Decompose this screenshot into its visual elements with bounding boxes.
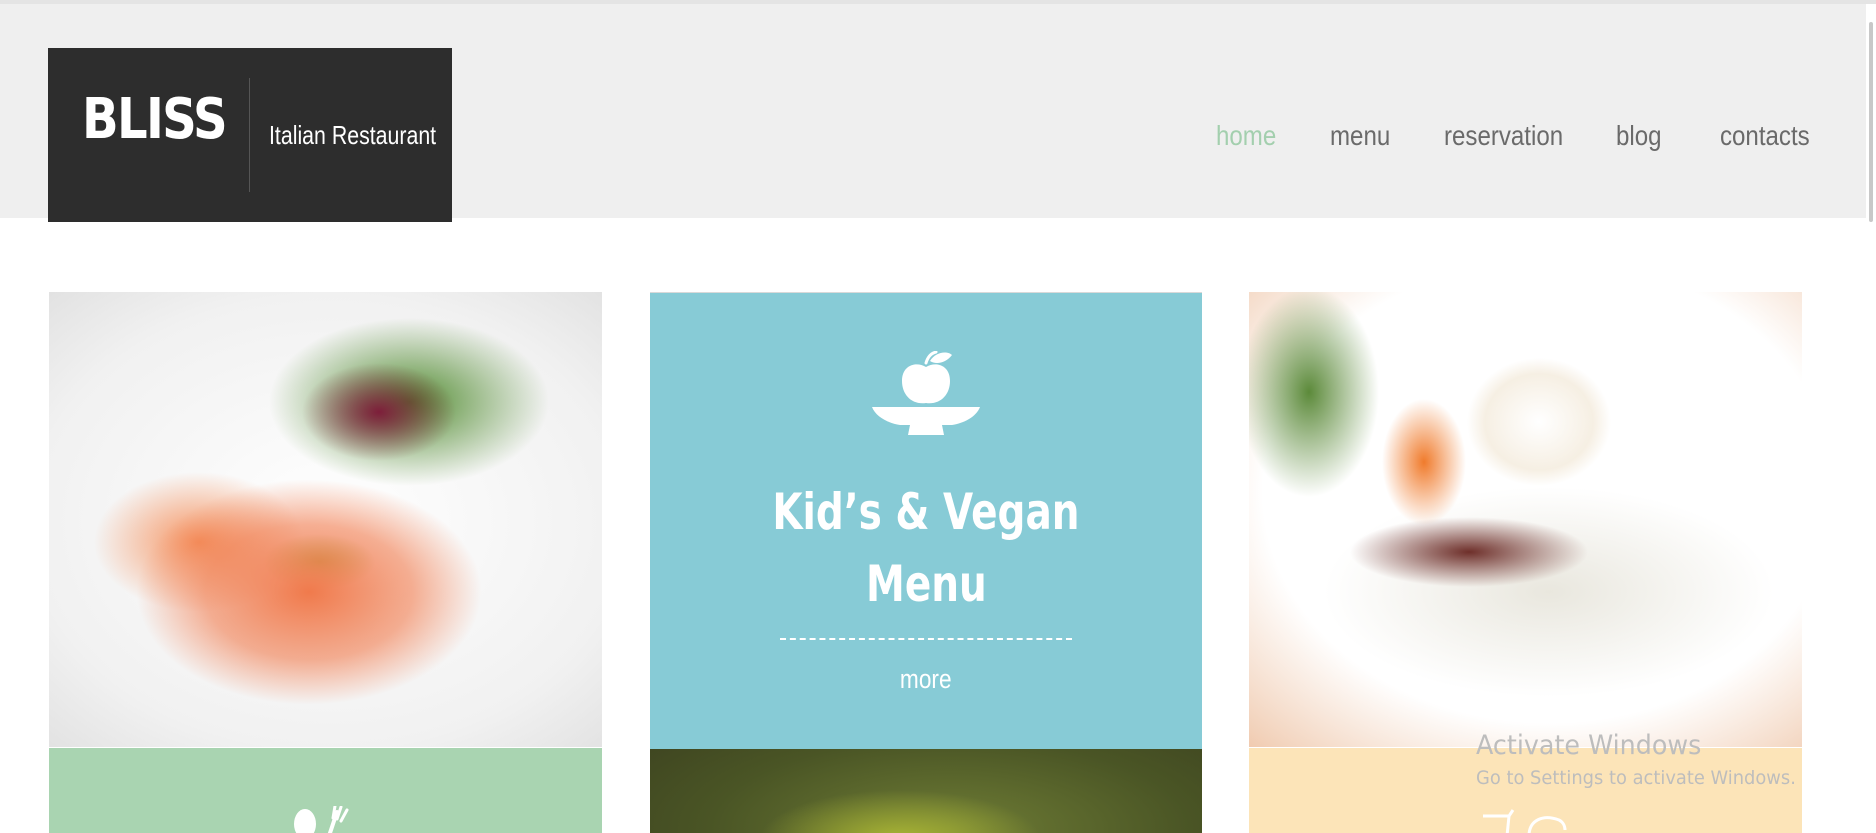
nav-reservation[interactable]: reservation: [1444, 120, 1563, 152]
watermark-subtitle: Go to Settings to activate Windows.: [1476, 767, 1796, 789]
cup-icon: [1483, 809, 1567, 833]
watermark-title: Activate Windows: [1476, 730, 1702, 761]
kids-vegan-title: Kid’s & Vegan Menu: [650, 476, 1202, 620]
kids-vegan-menu-tile[interactable]: Kid’s & Vegan Menu more: [650, 292, 1202, 750]
more-link-label: more: [900, 664, 952, 694]
nav-blog[interactable]: blog: [1616, 120, 1662, 152]
cutlery-icon: [294, 806, 349, 833]
nav-contacts[interactable]: contacts: [1720, 120, 1810, 152]
scrollbar-thumb[interactable]: [1869, 22, 1873, 222]
dashed-divider: [780, 638, 1072, 640]
olive-photo[interactable]: [650, 749, 1202, 833]
nav-home[interactable]: home: [1216, 120, 1276, 152]
kids-vegan-more-link[interactable]: more: [650, 664, 1202, 695]
nav-menu[interactable]: menu: [1330, 120, 1390, 152]
apple-bowl-icon: [872, 351, 980, 435]
logo-tagline: Italian Restaurant: [269, 120, 437, 150]
windows-activation-watermark: Activate Windows Go to Settings to activ…: [1476, 730, 1816, 789]
kids-vegan-title-line2: Menu: [865, 555, 987, 613]
site-logo[interactable]: BLISS Italian Restaurant: [48, 48, 452, 222]
logo-name: BLISS: [82, 87, 228, 152]
seafood-risotto-photo[interactable]: [1249, 292, 1802, 747]
site-header: BLISS Italian Restaurant home menu reser…: [0, 4, 1876, 222]
kids-vegan-title-line1: Kid’s & Vegan: [772, 483, 1080, 541]
logo-divider: [249, 78, 250, 192]
green-menu-tile[interactable]: [49, 748, 602, 833]
salmon-dish-photo[interactable]: [49, 292, 602, 747]
